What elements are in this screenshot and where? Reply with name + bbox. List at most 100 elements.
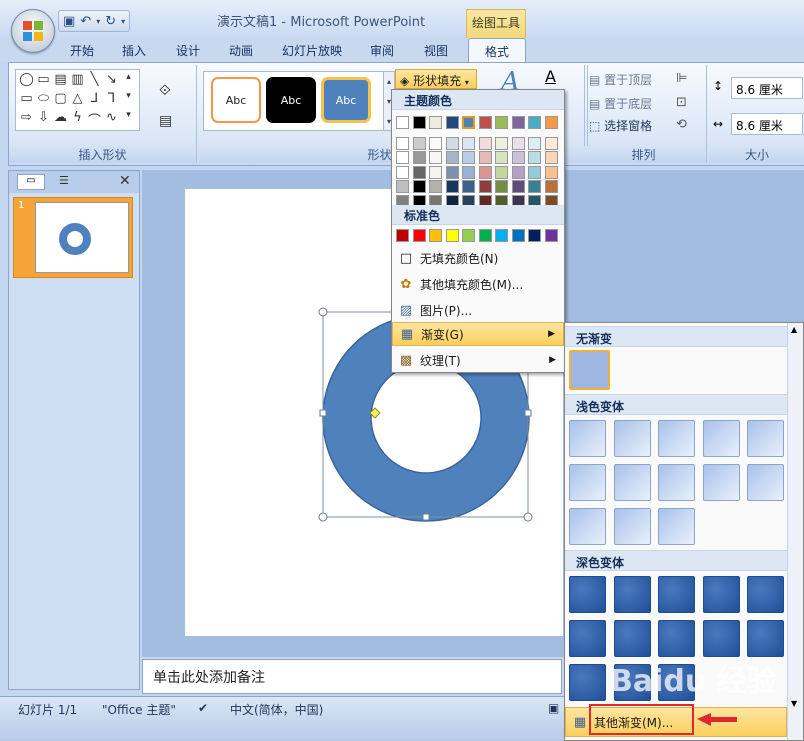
theme-color-swatch[interactable] [462,165,475,179]
resize-handle-sw[interactable] [318,512,328,522]
theme-color-swatch[interactable] [462,151,475,164]
gradient-fill-item[interactable]: ▦ 渐变(G) ▶ [392,322,564,346]
theme-color-swatch[interactable] [429,165,442,179]
light-gradient-swatch[interactable] [613,464,651,501]
light-gradient-swatch[interactable] [658,508,695,545]
no-gradient-swatch[interactable] [569,350,610,390]
theme-color-swatch[interactable] [478,165,492,179]
theme-color-swatch[interactable] [396,180,409,193]
theme-color-swatch[interactable] [462,116,475,129]
theme-color-swatch[interactable] [528,136,541,150]
standard-color-swatch[interactable] [462,229,475,242]
theme-color-swatch[interactable] [429,136,442,150]
theme-color-swatch[interactable] [528,180,541,193]
no-fill-item[interactable]: □ 无填充颜色(N) [392,246,564,270]
light-gradient-swatch[interactable] [569,420,606,457]
theme-color-swatch[interactable] [445,165,459,179]
dark-gradient-swatch[interactable] [613,620,651,657]
theme-color-swatch[interactable] [412,116,426,129]
dark-gradient-swatch[interactable] [658,576,695,613]
standard-color-swatch[interactable] [544,229,558,242]
no-fill-label: 无填充颜色(N) [420,251,499,266]
theme-color-swatch[interactable] [445,151,459,164]
theme-color-swatch[interactable] [478,136,492,150]
texture-fill-item[interactable]: ▩ 纹理(T) ▶ [392,348,564,372]
dark-gradient-swatch[interactable] [747,620,784,657]
theme-color-swatch[interactable] [462,180,475,193]
theme-color-swatch[interactable] [528,151,541,164]
theme-color-swatch[interactable] [528,165,541,179]
theme-color-swatch[interactable] [511,165,525,179]
standard-color-swatch[interactable] [445,229,459,242]
theme-color-swatch[interactable] [412,165,426,179]
theme-color-swatch[interactable] [429,180,442,193]
standard-color-swatch[interactable] [429,229,442,242]
theme-color-swatch[interactable] [544,116,558,129]
theme-color-swatch[interactable] [544,165,558,179]
dark-gradient-swatch[interactable] [569,620,606,657]
resize-handle-s[interactable] [422,513,430,521]
light-gradient-swatch[interactable] [747,464,784,501]
theme-color-swatch[interactable] [528,116,541,129]
standard-color-swatch[interactable] [478,229,492,242]
light-gradient-swatch[interactable] [569,464,606,501]
theme-color-swatch[interactable] [478,151,492,164]
theme-color-swatch[interactable] [544,180,558,193]
resize-handle-w[interactable] [319,409,327,417]
dark-gradient-swatch[interactable] [702,620,740,657]
theme-color-swatch[interactable] [396,165,409,179]
more-fill-colors-item[interactable]: ✿ 其他填充颜色(M)... [392,272,564,296]
theme-color-swatch[interactable] [412,151,426,164]
theme-color-swatch[interactable] [511,116,525,129]
theme-color-swatch[interactable] [445,116,459,129]
theme-color-swatch[interactable] [445,180,459,193]
light-gradient-swatch[interactable] [658,420,695,457]
theme-color-swatch[interactable] [495,165,508,179]
light-gradient-swatch[interactable] [747,420,784,457]
theme-color-swatch[interactable] [412,180,426,193]
theme-color-swatch[interactable] [544,136,558,150]
light-gradient-swatch[interactable] [702,464,740,501]
standard-color-swatch[interactable] [412,229,426,242]
theme-color-swatch[interactable] [396,136,409,150]
theme-color-swatch[interactable] [445,136,459,150]
theme-color-swatch[interactable] [478,180,492,193]
picture-fill-item[interactable]: ▨ 图片(P)... [392,298,564,322]
theme-color-swatch[interactable] [396,116,409,129]
dark-gradient-swatch[interactable] [569,576,606,613]
theme-color-swatch[interactable] [495,180,508,193]
dark-gradient-swatch[interactable] [569,664,606,701]
theme-color-swatch[interactable] [429,116,442,129]
standard-color-swatch[interactable] [511,229,525,242]
dark-gradient-swatch[interactable] [747,576,784,613]
theme-color-swatch[interactable] [412,136,426,150]
dark-gradient-swatch[interactable] [613,576,651,613]
theme-color-swatch[interactable] [495,116,508,129]
scroll-up-icon[interactable]: ▲ [791,325,797,334]
resize-handle-nw[interactable] [318,307,328,317]
theme-color-swatch[interactable] [511,136,525,150]
light-gradient-swatch[interactable] [658,464,695,501]
theme-color-swatch[interactable] [544,151,558,164]
theme-color-swatch[interactable] [429,151,442,164]
theme-color-swatch[interactable] [478,116,492,129]
theme-color-swatch[interactable] [495,136,508,150]
theme-color-swatch[interactable] [495,151,508,164]
dark-gradient-swatch[interactable] [658,620,695,657]
scroll-down-icon[interactable]: ▼ [791,699,797,708]
theme-color-swatch[interactable] [511,180,525,193]
standard-color-swatch[interactable] [495,229,508,242]
theme-color-swatch[interactable] [511,151,525,164]
theme-color-swatch[interactable] [396,151,409,164]
resize-handle-e[interactable] [524,409,532,417]
standard-color-swatch[interactable] [528,229,541,242]
standard-color-swatch[interactable] [396,229,409,242]
submenu-scrollbar[interactable]: ▲ ▼ [787,323,803,740]
light-gradient-swatch[interactable] [702,420,740,457]
light-gradient-swatch[interactable] [569,508,606,545]
theme-color-swatch[interactable] [462,136,475,150]
light-gradient-swatch[interactable] [613,508,651,545]
dark-gradient-swatch[interactable] [702,576,740,613]
light-gradient-swatch[interactable] [613,420,651,457]
resize-handle-se[interactable] [523,512,533,522]
